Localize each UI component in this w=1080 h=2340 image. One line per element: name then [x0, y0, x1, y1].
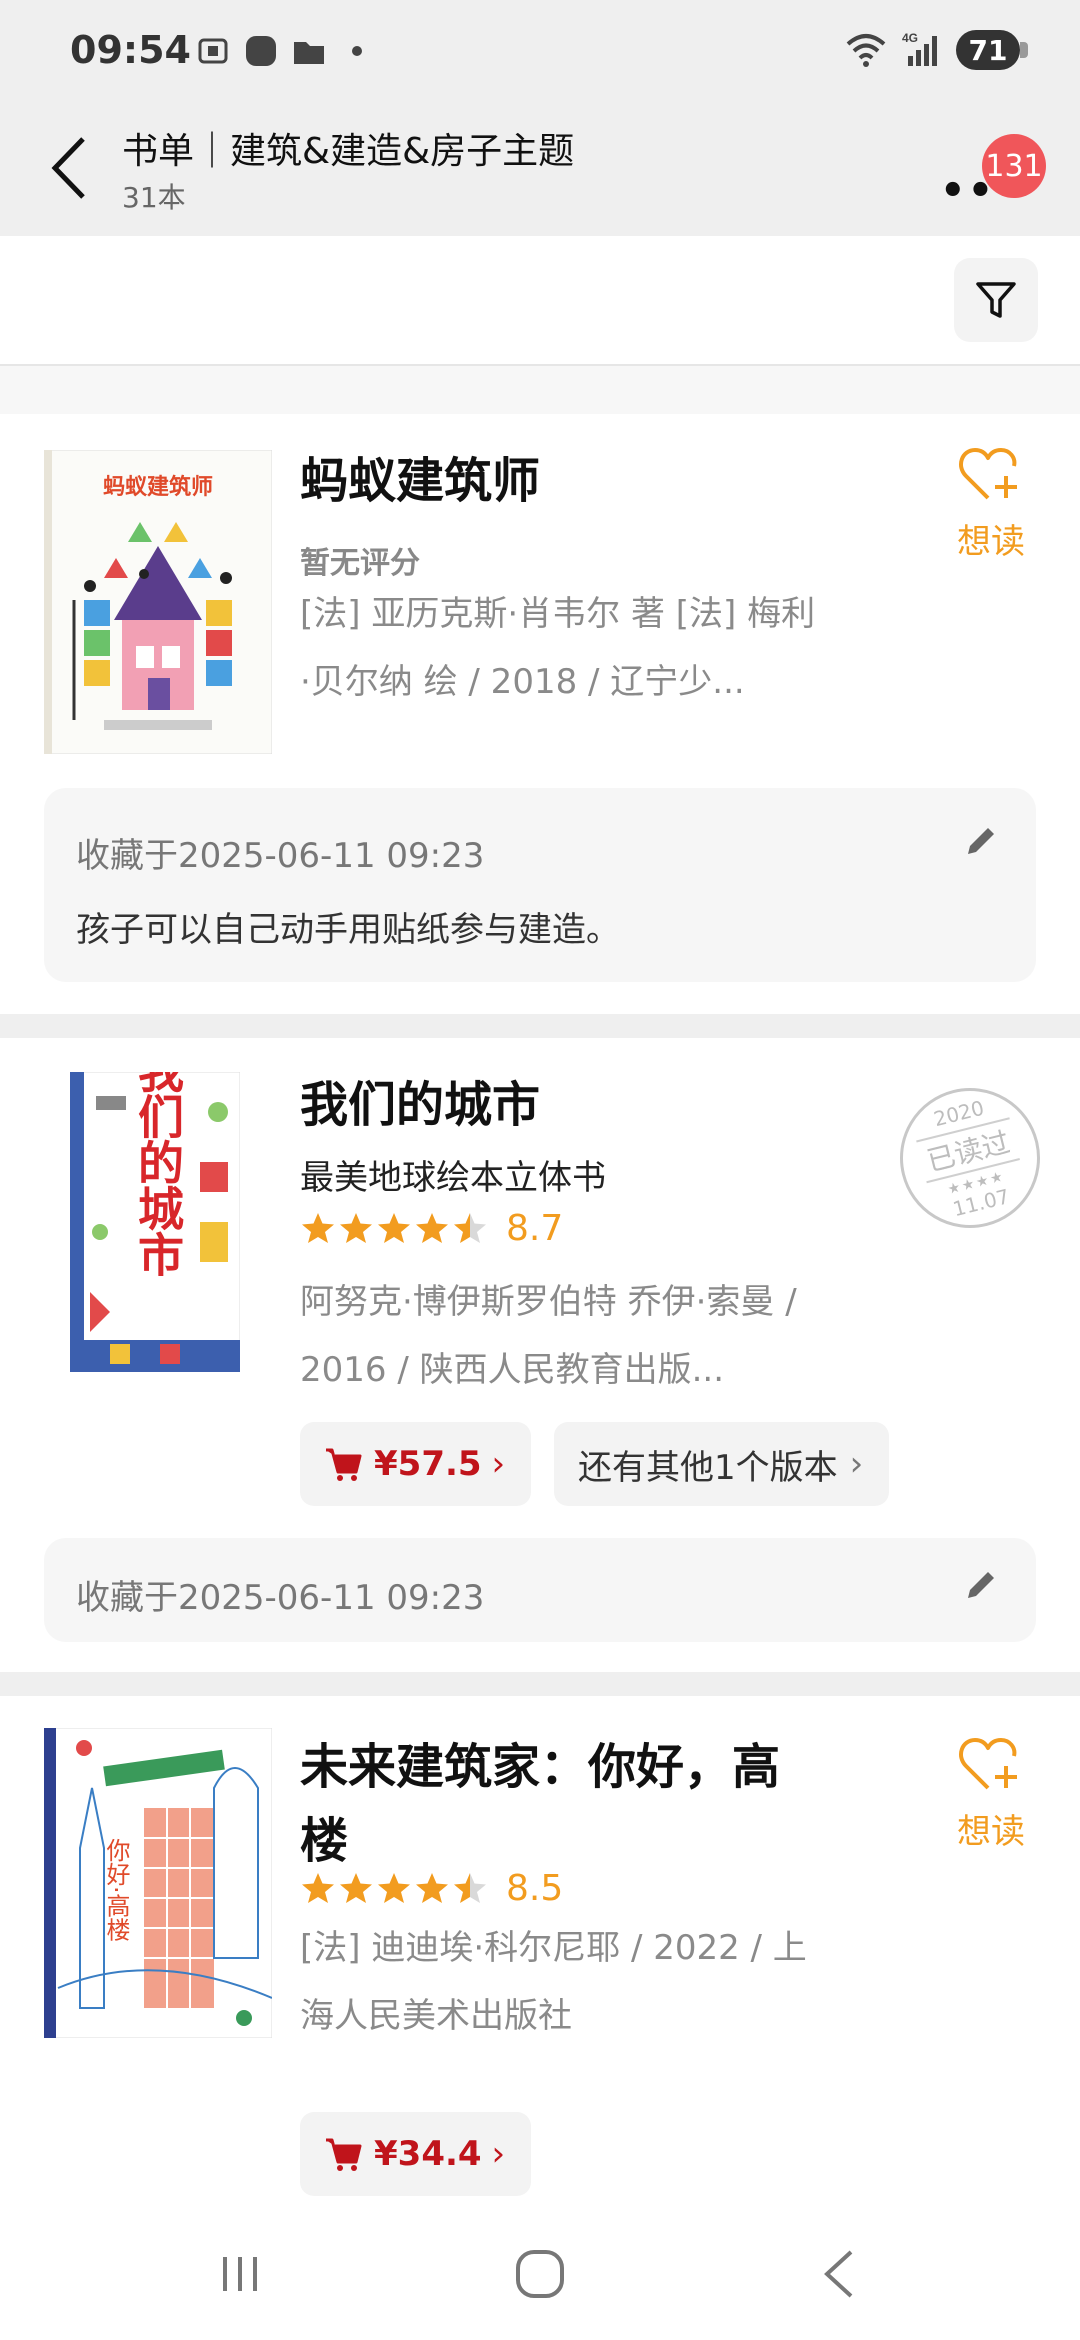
star-icon: [340, 1212, 372, 1243]
other-versions-label: 还有其他1个版本: [578, 1447, 838, 1488]
home-icon: [516, 2250, 564, 2298]
rating: 8.5: [300, 1868, 563, 1909]
status-time: 09:54: [70, 28, 191, 72]
book-title[interactable]: 我们的城市: [300, 1068, 820, 1142]
recent-apps-button[interactable]: [200, 2234, 280, 2314]
other-versions-button[interactable]: 还有其他1个版本 ›: [554, 1422, 890, 1506]
book-card[interactable]: 你好·高楼 未来建筑家：你好，高楼 8.5 [法] 迪迪埃·科尔尼耶 / 202…: [0, 1696, 1080, 2204]
cover-title: 我们的城市: [131, 1072, 185, 1277]
back-button[interactable]: [34, 128, 104, 208]
note-time: 收藏于2025-06-11 09:23: [76, 836, 485, 876]
back-nav-icon: [824, 2250, 853, 2298]
book-meta: 阿努克·博伊斯罗伯特 乔伊·索曼 / 2016 / 陕西人民教育出版...: [300, 1282, 797, 1390]
filter-bar: [0, 236, 1080, 366]
star-icon: [416, 1212, 448, 1243]
status-right: 4G 71: [844, 30, 1028, 70]
book-cover[interactable]: 你好·高楼: [43, 1727, 273, 2039]
cart-icon: [326, 1448, 362, 1481]
book-title[interactable]: 蚂蚁建筑师: [300, 444, 820, 518]
edit-note-icon[interactable]: [960, 822, 1000, 862]
no-rating-label: 暂无评分: [300, 546, 420, 581]
star-rating: [300, 1211, 488, 1247]
system-nav-bar: [0, 2204, 1080, 2340]
book-subtitle: 最美地球绘本立体书: [300, 1158, 606, 1198]
star-icon: [378, 1212, 410, 1243]
back-nav-button[interactable]: [800, 2234, 880, 2314]
cart-icon: [326, 2138, 362, 2171]
network-label: 4G: [902, 31, 918, 45]
screenshot-icon: [198, 38, 228, 64]
book-card[interactable]: 蚂蚁建筑师 蚂蚁建筑师 暂无评分 [法] 亚历克斯·肖韦尔 著 [法] 梅利·贝…: [0, 414, 1080, 1014]
battery-indicator: 71: [956, 30, 1028, 70]
more-button[interactable]: •• 131: [930, 134, 1046, 214]
divider: [0, 366, 1080, 414]
star-icon: [302, 1872, 334, 1903]
cellular-icon: 4G: [902, 31, 937, 66]
edit-note-icon[interactable]: [960, 1566, 1000, 1606]
stamp-label: 已读过: [916, 1117, 1020, 1184]
star-rating: [300, 1871, 488, 1907]
star-icon: [454, 1872, 486, 1903]
app-icon: [246, 36, 276, 66]
book-card[interactable]: 我们的城市 我们的城市 最美地球绘本立体书 8.7 阿努克·博伊斯罗伯特 乔伊·…: [0, 1038, 1080, 1672]
header: 书单｜建筑&建造&房子主题 31本 •• 131: [0, 108, 1080, 236]
back-arrow-icon: [51, 137, 85, 199]
star-icon: [416, 1872, 448, 1903]
filter-button[interactable]: [954, 258, 1038, 342]
book-count: 31本: [122, 181, 186, 214]
book-meta: [法] 迪迪埃·科尔尼耶 / 2022 / 上海人民美术出版社: [300, 1928, 807, 2036]
recent-apps-icon: [223, 2257, 257, 2291]
rating: 8.7: [300, 1208, 563, 1249]
rating-score: 8.7: [506, 1208, 564, 1249]
notification-badge: 131: [982, 134, 1046, 198]
want-to-read-label: 想读: [957, 522, 1025, 562]
chevron-right-icon: ›: [491, 2134, 506, 2174]
home-button[interactable]: [500, 2234, 580, 2314]
heart-plus-icon: [959, 1738, 1017, 1790]
book-title[interactable]: 未来建筑家：你好，高楼: [300, 1730, 820, 1878]
note-box: 收藏于2025-06-11 09:23: [44, 1538, 1036, 1642]
want-to-read-button[interactable]: 想读: [946, 1734, 1036, 1853]
wifi-icon: [846, 34, 886, 67]
book-cover[interactable]: 蚂蚁建筑师: [43, 449, 273, 755]
price: ¥34.4: [374, 2134, 482, 2174]
cover-image-hello-skyscraper: 你好·高楼: [43, 1727, 273, 2039]
rating-score: 8.5: [506, 1868, 564, 1909]
star-icon: [340, 1872, 372, 1903]
heart-plus-icon: [959, 448, 1017, 500]
buy-button[interactable]: ¥57.5 ›: [300, 1422, 532, 1506]
star-icon: [378, 1872, 410, 1903]
chevron-right-icon: ›: [849, 1444, 864, 1484]
note-box: 收藏于2025-06-11 09:23 孩子可以自己动手用贴纸参与建造。: [44, 788, 1036, 982]
status-icons-left: [196, 34, 374, 68]
cover-title: 蚂蚁建筑师: [103, 474, 213, 500]
cover-image-our-city: 我们的城市: [69, 1047, 241, 1373]
note-time: 收藏于2025-06-11 09:23: [76, 1578, 485, 1618]
book-cover[interactable]: 我们的城市: [69, 1047, 241, 1373]
price: ¥57.5: [374, 1444, 482, 1484]
want-to-read-label: 想读: [957, 1812, 1025, 1852]
cover-title: 你好·高楼: [102, 1838, 130, 1942]
star-icon: [302, 1212, 334, 1243]
want-to-read-button[interactable]: 想读: [946, 444, 1036, 563]
note-text: 孩子可以自己动手用贴纸参与建造。: [76, 910, 620, 950]
cover-image-ant-architect: 蚂蚁建筑师: [43, 449, 273, 755]
chevron-right-icon: ›: [491, 1444, 506, 1484]
read-stamp: 2020 已读过 ★★★★ 11.07: [885, 1073, 1055, 1243]
status-bar: 09:54 4G 71: [0, 0, 1080, 108]
filter-icon: [976, 282, 1016, 318]
book-meta: [法] 亚历克斯·肖韦尔 著 [法] 梅利·贝尔纳 绘 / 2018 / 辽宁少…: [300, 594, 816, 702]
star-icon: [454, 1212, 486, 1243]
dot-icon: [352, 46, 362, 56]
page-title: 书单｜建筑&建造&房子主题: [122, 131, 575, 172]
folder-icon: [294, 42, 324, 64]
buy-button[interactable]: ¥34.4 ›: [300, 2112, 532, 2196]
